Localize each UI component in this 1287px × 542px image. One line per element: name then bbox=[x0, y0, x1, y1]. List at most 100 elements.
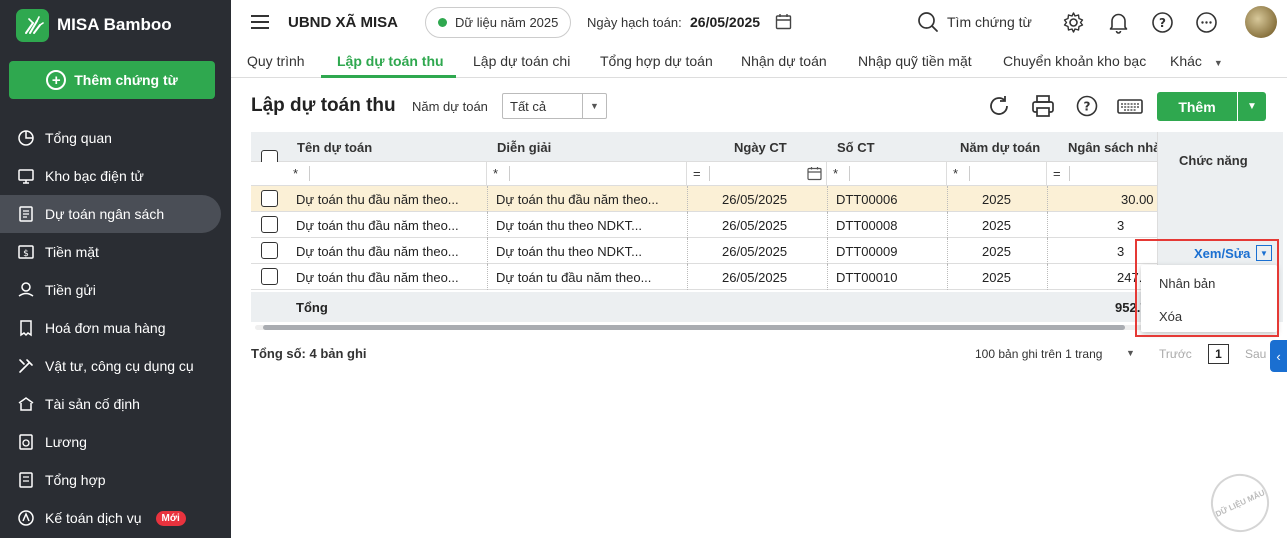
calendar-icon[interactable] bbox=[807, 166, 822, 181]
help-icon[interactable]: ? bbox=[1074, 93, 1100, 119]
chevron-down-icon: ▼ bbox=[1213, 58, 1223, 68]
scrollbar-thumb[interactable] bbox=[263, 325, 1125, 330]
row-number: DTT00008 bbox=[836, 218, 898, 233]
sidebar-item-supplies[interactable]: Vật tư, công cụ dụng cụ bbox=[0, 347, 231, 385]
invoice-icon bbox=[16, 319, 35, 338]
year-filter-select[interactable]: Tất cả ▼ bbox=[502, 93, 607, 119]
table-row[interactable]: Dự toán thu đầu năm theo... Dự toán thu … bbox=[251, 238, 1157, 264]
row-checkbox[interactable] bbox=[261, 268, 278, 285]
budget-filter[interactable]: = bbox=[1047, 162, 1157, 186]
horizontal-scrollbar[interactable] bbox=[255, 325, 1275, 330]
sidebar: MISA Bamboo + Thêm chứng từ Tổng quan Kh… bbox=[0, 0, 231, 538]
sidebar-item-service-accounting[interactable]: Kế toán dịch vụ Mới bbox=[0, 499, 231, 537]
contains-operator: * bbox=[953, 166, 959, 181]
row-year: 2025 bbox=[982, 244, 1011, 259]
sidebar-item-budget[interactable]: Dự toán ngân sách bbox=[0, 195, 221, 233]
row-date: 26/05/2025 bbox=[722, 244, 788, 259]
tab-receive-budget[interactable]: Nhận dự toán bbox=[741, 53, 827, 69]
asset-icon bbox=[16, 395, 35, 414]
row-number: DTT00006 bbox=[836, 192, 898, 207]
prev-page-button[interactable]: Trước bbox=[1159, 347, 1192, 361]
avatar[interactable] bbox=[1245, 6, 1277, 38]
table-header: Tên dự toán Diễn giải Ngày CT Số CT Năm … bbox=[251, 132, 1283, 167]
cash-icon: $ bbox=[16, 243, 35, 262]
add-options-chevron-icon[interactable]: ▼ bbox=[1238, 92, 1266, 121]
organization-name[interactable]: UBND XÃ MISA bbox=[288, 14, 398, 31]
voucher-search[interactable]: Tìm chứng từ bbox=[917, 11, 1032, 33]
page-size-select[interactable]: 100 bản ghi trên 1 trang bbox=[975, 347, 1102, 361]
sidebar-item-cash[interactable]: $ Tiền mặt bbox=[0, 233, 231, 271]
row-name: Dự toán thu đầu năm theo... bbox=[296, 244, 459, 259]
col-date-header[interactable]: Ngày CT bbox=[734, 140, 787, 155]
data-year-selector[interactable]: Dữ liệu năm 2025 bbox=[425, 7, 571, 38]
svg-text:?: ? bbox=[1084, 100, 1091, 114]
add-voucher-button[interactable]: + Thêm chứng từ bbox=[9, 61, 215, 99]
keyboard-icon[interactable] bbox=[1116, 93, 1144, 119]
row-checkbox[interactable] bbox=[261, 242, 278, 259]
tab-budget-summary[interactable]: Tổng hợp dự toán bbox=[600, 53, 713, 69]
filter-row: * * = * * = bbox=[251, 162, 1157, 186]
table-row[interactable]: Dự toán thu đầu năm theo... Dự toán thu … bbox=[251, 212, 1157, 238]
row-budget: 30.00 bbox=[1121, 192, 1154, 207]
sidebar-item-deposit[interactable]: Tiền gửi bbox=[0, 271, 231, 309]
salary-icon bbox=[16, 433, 35, 452]
gear-icon[interactable] bbox=[1062, 11, 1085, 34]
col-desc-header[interactable]: Diễn giải bbox=[497, 140, 551, 155]
bamboo-logo-icon bbox=[16, 8, 49, 42]
col-number-header[interactable]: Số CT bbox=[837, 140, 875, 155]
table-row[interactable]: Dự toán thu đầu năm theo... Dự toán tu đ… bbox=[251, 264, 1157, 290]
col-year-header[interactable]: Năm dự toán bbox=[960, 140, 1040, 155]
summary-icon bbox=[16, 471, 35, 490]
tools-icon bbox=[16, 357, 35, 376]
next-page-button[interactable]: Sau bbox=[1245, 347, 1266, 361]
bell-icon[interactable] bbox=[1107, 11, 1130, 34]
row-date: 26/05/2025 bbox=[722, 218, 788, 233]
row-date: 26/05/2025 bbox=[722, 192, 788, 207]
refresh-icon[interactable] bbox=[986, 93, 1012, 119]
row-checkbox[interactable] bbox=[261, 190, 278, 207]
date-filter[interactable]: = bbox=[687, 162, 827, 186]
col-budget-header[interactable]: Ngân sách nhà bbox=[1068, 140, 1157, 155]
chevron-down-icon[interactable]: ▼ bbox=[1126, 348, 1135, 358]
tab-revenue-budget[interactable]: Lập dự toán thu bbox=[337, 53, 444, 69]
row-checkbox[interactable] bbox=[261, 216, 278, 233]
plus-icon: + bbox=[46, 70, 67, 90]
row-number: DTT00009 bbox=[836, 244, 898, 259]
add-button[interactable]: Thêm bbox=[1157, 92, 1237, 121]
calendar-icon[interactable] bbox=[775, 13, 792, 30]
current-page[interactable]: 1 bbox=[1208, 344, 1229, 364]
desc-filter[interactable]: * bbox=[487, 162, 687, 186]
number-filter[interactable]: * bbox=[827, 162, 947, 186]
sidebar-item-summary[interactable]: Tổng hợp bbox=[0, 461, 231, 499]
tab-other[interactable]: Khác ▼ bbox=[1170, 53, 1223, 69]
page-title: Lập dự toán thu bbox=[251, 95, 396, 116]
sidebar-item-salary[interactable]: Lương bbox=[0, 423, 231, 461]
more-icon[interactable] bbox=[1195, 11, 1218, 34]
year-filter[interactable]: * bbox=[947, 162, 1047, 186]
tab-other-label: Khác bbox=[1170, 53, 1202, 69]
posting-date-label: Ngày hạch toán: bbox=[587, 15, 682, 30]
col-functions-header: Chức năng bbox=[1179, 153, 1248, 168]
sidebar-item-label: Tiền mặt bbox=[45, 244, 99, 260]
help-icon[interactable]: ? bbox=[1151, 11, 1174, 34]
table-row[interactable]: Dự toán thu đầu năm theo... Dự toán thu … bbox=[251, 186, 1157, 212]
tab-expense-budget[interactable]: Lập dự toán chi bbox=[473, 53, 570, 69]
add-voucher-label: Thêm chứng từ bbox=[74, 72, 178, 88]
tab-cash-receipt[interactable]: Nhập quỹ tiền mặt bbox=[858, 53, 972, 69]
name-filter[interactable]: * bbox=[287, 162, 487, 186]
sidebar-item-invoice[interactable]: Hoá đơn mua hàng bbox=[0, 309, 231, 347]
svg-text:?: ? bbox=[1159, 16, 1166, 30]
col-name-header[interactable]: Tên dự toán bbox=[297, 140, 372, 155]
sidebar-item-fixed-assets[interactable]: Tài sản cố định bbox=[0, 385, 231, 423]
app-logo[interactable]: MISA Bamboo bbox=[16, 8, 172, 42]
tab-process[interactable]: Quy trình bbox=[247, 53, 305, 69]
side-panel-toggle-icon[interactable]: ‹ bbox=[1270, 340, 1287, 372]
print-icon[interactable] bbox=[1030, 93, 1056, 119]
row-budget: 3 bbox=[1117, 218, 1125, 233]
tab-treasury-transfer[interactable]: Chuyển khoản kho bạc bbox=[1003, 53, 1146, 69]
row-number: DTT00010 bbox=[836, 270, 898, 285]
sidebar-item-overview[interactable]: Tổng quan bbox=[0, 119, 231, 157]
sidebar-item-treasury[interactable]: Kho bạc điện tử bbox=[0, 157, 231, 195]
posting-date-value[interactable]: 26/05/2025 bbox=[690, 14, 760, 30]
menu-icon[interactable] bbox=[251, 15, 269, 29]
